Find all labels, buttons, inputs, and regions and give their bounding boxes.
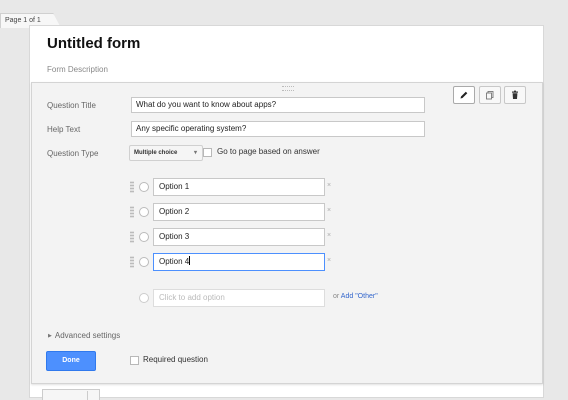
advanced-settings-toggle[interactable]: ▶ Advanced settings (48, 331, 120, 340)
help-text-input[interactable]: Any specific operating system? (131, 121, 425, 137)
question-type-label: Question Type (47, 149, 99, 158)
option-input-text: Option 4 (159, 257, 190, 266)
question-type-select[interactable]: Multiple choice ▾ (129, 145, 203, 161)
delete-button[interactable] (504, 86, 526, 104)
option-input[interactable]: Option 1 (153, 178, 325, 196)
pencil-icon (460, 91, 468, 99)
text-cursor (189, 256, 191, 265)
triangle-right-icon: ▶ (48, 333, 52, 339)
option-drag-handle[interactable] (130, 231, 134, 243)
chevron-down-icon: ▾ (193, 150, 197, 156)
remove-option-icon[interactable]: × (327, 207, 331, 214)
trash-icon (512, 90, 518, 99)
add-other-link[interactable]: Add "Other" (341, 293, 378, 300)
done-button[interactable]: Done (46, 351, 96, 371)
add-item-button[interactable] (42, 389, 100, 400)
add-option-input[interactable]: Click to add option (153, 289, 325, 307)
option-drag-handle[interactable] (130, 256, 134, 268)
form-title[interactable]: Untitled form (47, 35, 140, 52)
option-radio (139, 232, 149, 242)
page-branch-checkbox[interactable] (203, 148, 212, 157)
form-description[interactable]: Form Description (47, 65, 108, 74)
remove-option-icon[interactable]: × (327, 232, 331, 239)
option-radio (139, 182, 149, 192)
option-radio (139, 207, 149, 217)
remove-option-icon[interactable]: × (327, 257, 331, 264)
option-input-focused[interactable]: Option 4 (153, 253, 325, 271)
or-text: or (333, 293, 340, 300)
remove-option-icon[interactable]: × (327, 182, 331, 189)
question-type-value: Multiple choice (134, 150, 178, 156)
option-input[interactable]: Option 2 (153, 203, 325, 221)
question-title-label: Question Title (47, 101, 96, 110)
option-drag-handle[interactable] (130, 206, 134, 218)
page-branch-label: Go to page based on answer (217, 147, 320, 156)
option-radio (139, 257, 149, 267)
option-drag-handle[interactable] (130, 181, 134, 193)
question-drag-handle[interactable] (282, 86, 294, 91)
question-title-input[interactable]: What do you want to know about apps? (131, 97, 425, 113)
duplicate-button[interactable] (479, 86, 501, 104)
required-checkbox[interactable] (130, 356, 139, 365)
required-label: Required question (143, 355, 208, 364)
edit-button[interactable] (453, 86, 475, 104)
duplicate-icon (486, 91, 494, 100)
add-option-radio (139, 293, 149, 303)
add-other-wrapper: or Add "Other" (333, 293, 378, 300)
help-text-label: Help Text (47, 125, 81, 134)
option-input[interactable]: Option 3 (153, 228, 325, 246)
advanced-settings-label: Advanced settings (54, 331, 121, 340)
